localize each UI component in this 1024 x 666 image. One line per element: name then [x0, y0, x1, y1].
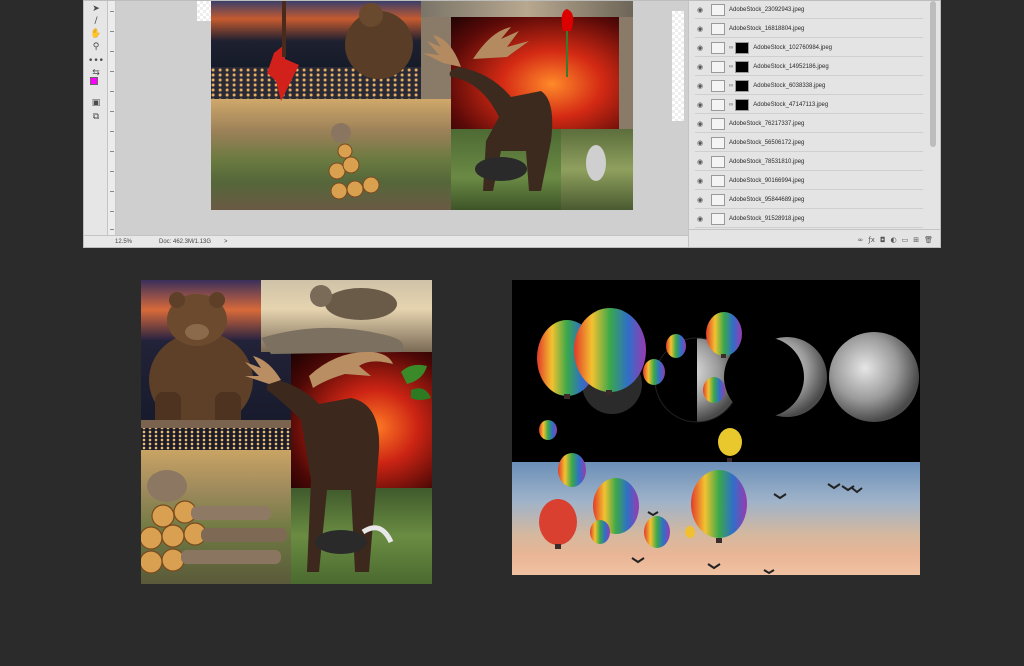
- layer-row[interactable]: ◉ ∞ AdobeStock_102760984.jpeg: [695, 39, 923, 57]
- layer-thumbnail: [711, 212, 725, 225]
- layer-name: AdobeStock_23092943.jpeg: [729, 6, 805, 13]
- document-size[interactable]: Doc: 462.3M/1.13G: [159, 239, 211, 245]
- eye-icon[interactable]: ◉: [695, 196, 705, 204]
- layer-thumbnail: [711, 79, 725, 92]
- layer-thumbnail: [711, 136, 725, 149]
- eye-icon[interactable]: ◉: [695, 101, 705, 109]
- layer-name: AdobeStock_47147113.jpeg: [753, 101, 829, 108]
- quick-mask-icon[interactable]: ▣: [88, 97, 104, 109]
- more-tools-icon[interactable]: •••: [88, 55, 104, 67]
- layer-thumbnail: [711, 41, 725, 54]
- tools-panel: ➤ ∕ ✋ ⚲ ••• ⇆ ▣ ⧉: [84, 1, 108, 237]
- document-collage[interactable]: [211, 1, 633, 210]
- layer-name: AdobeStock_56506172.jpeg: [729, 139, 805, 146]
- adjustment-layer-icon[interactable]: ◐: [891, 236, 897, 244]
- layer-row[interactable]: ◉ AdobeStock_76217337.jpeg: [695, 115, 923, 133]
- link-icon[interactable]: ∞: [729, 64, 733, 70]
- eye-icon[interactable]: ◉: [695, 139, 705, 147]
- layer-name: AdobeStock_76217337.jpeg: [729, 120, 805, 127]
- move-tool-icon[interactable]: ➤: [88, 3, 104, 15]
- balloon-moon-artwork: [537, 308, 919, 575]
- layer-thumbnail: [711, 3, 725, 16]
- layer-row[interactable]: ◉ ∞ AdobeStock_14952186.jpeg: [695, 58, 923, 76]
- layers-panel: ◉ AdobeStock_23092943.jpeg ◉ AdobeStock_168…: [688, 1, 940, 247]
- animal-artwork: [141, 285, 431, 574]
- add-mask-icon[interactable]: ◘: [880, 236, 886, 244]
- layer-name: AdobeStock_95844689.jpeg: [729, 196, 805, 203]
- layer-row[interactable]: ◉ ∞ AdobeStock_47147113.jpeg: [695, 96, 923, 114]
- layer-thumbnail: [711, 117, 725, 130]
- eye-icon[interactable]: ◉: [695, 82, 705, 90]
- transparency-area: [672, 11, 684, 121]
- layer-mask-thumbnail[interactable]: [735, 60, 750, 73]
- link-layers-icon[interactable]: ∞: [858, 236, 864, 244]
- layer-name: AdobeStock_16818804.jpeg: [729, 25, 805, 32]
- layer-name: AdobeStock_102760984.jpeg: [753, 44, 833, 51]
- layer-thumbnail: [711, 98, 725, 111]
- eye-icon[interactable]: ◉: [695, 44, 705, 52]
- eye-icon[interactable]: ◉: [695, 215, 705, 223]
- hand-tool-icon[interactable]: ✋: [88, 28, 104, 40]
- layer-row[interactable]: ◉ AdobeStock_56506172.jpeg: [695, 134, 923, 152]
- foreground-color-swatch[interactable]: [90, 77, 98, 85]
- screen-mode-icon[interactable]: ⧉: [88, 111, 104, 123]
- zoom-tool-icon[interactable]: ⚲: [88, 41, 104, 53]
- layer-mask-thumbnail[interactable]: [735, 41, 750, 54]
- layer-thumbnail: [711, 60, 725, 73]
- eye-icon[interactable]: ◉: [695, 177, 705, 185]
- zoom-level[interactable]: 12.5%: [115, 239, 132, 245]
- status-menu-arrow[interactable]: >: [224, 239, 228, 245]
- brush-tool-icon[interactable]: ∕: [88, 15, 104, 27]
- layer-thumbnail: [711, 22, 725, 35]
- layer-thumbnail: [711, 174, 725, 187]
- vertical-ruler: [108, 1, 116, 237]
- layers-scrollbar[interactable]: [930, 1, 936, 147]
- photoshop-window: ➤ ∕ ✋ ⚲ ••• ⇆ ▣ ⧉ 12.5% Doc: 462.3M/1.13…: [83, 0, 941, 248]
- new-group-icon[interactable]: ▭: [902, 236, 909, 244]
- layers-panel-footer: ∞ ƒx ◘ ◐ ▭ ⊞ 🗑: [689, 229, 940, 247]
- layer-name: AdobeStock_78531810.jpeg: [729, 158, 805, 165]
- layer-name: AdobeStock_91528918.jpeg: [729, 215, 805, 222]
- new-layer-icon[interactable]: ⊞: [913, 236, 919, 244]
- link-icon[interactable]: ∞: [729, 83, 733, 89]
- layer-row[interactable]: ◉ AdobeStock_90166994.jpeg: [695, 172, 923, 190]
- eye-icon[interactable]: ◉: [695, 120, 705, 128]
- trash-icon[interactable]: 🗑: [924, 236, 933, 244]
- collage-animals: [267, 1, 606, 200]
- layer-row[interactable]: ◉ AdobeStock_16818804.jpeg: [695, 20, 923, 38]
- link-icon[interactable]: ∞: [729, 45, 733, 51]
- layer-mask-thumbnail[interactable]: [735, 98, 750, 111]
- transparency-area: [197, 1, 211, 21]
- balloon-moon-card: [512, 280, 920, 575]
- layer-mask-thumbnail[interactable]: [735, 79, 750, 92]
- eye-icon[interactable]: ◉: [695, 158, 705, 166]
- layer-row[interactable]: ◉ AdobeStock_23092943.jpeg: [695, 1, 923, 19]
- link-icon[interactable]: ∞: [729, 102, 733, 108]
- layer-name: AdobeStock_6038338.jpeg: [753, 82, 826, 89]
- eye-icon[interactable]: ◉: [695, 63, 705, 71]
- layer-thumbnail: [711, 155, 725, 168]
- eye-icon[interactable]: ◉: [695, 25, 705, 33]
- fx-icon[interactable]: ƒx: [868, 236, 875, 244]
- document-canvas-area[interactable]: [116, 1, 688, 237]
- animal-collage-card: [141, 280, 432, 584]
- layer-row[interactable]: ◉ AdobeStock_78531810.jpeg: [695, 153, 923, 171]
- layer-row[interactable]: ◉ ∞ AdobeStock_6038338.jpeg: [695, 77, 923, 95]
- status-bar: 12.5% Doc: 462.3M/1.13G >: [84, 235, 688, 247]
- layer-name: AdobeStock_90166994.jpeg: [729, 177, 805, 184]
- layer-row[interactable]: ◉ AdobeStock_91528918.jpeg: [695, 210, 923, 228]
- layer-thumbnail: [711, 193, 725, 206]
- layer-name: AdobeStock_14952186.jpeg: [753, 63, 829, 70]
- eye-icon[interactable]: ◉: [695, 6, 705, 14]
- layer-row[interactable]: ◉ AdobeStock_95844689.jpeg: [695, 191, 923, 209]
